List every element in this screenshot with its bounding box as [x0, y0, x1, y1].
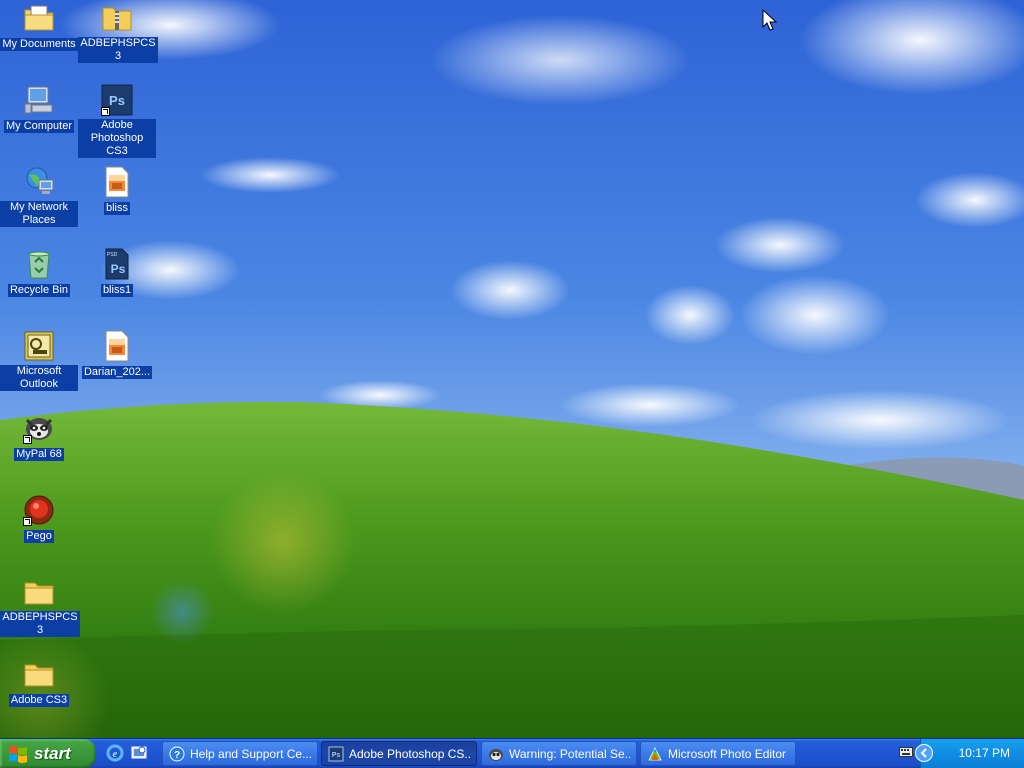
desktop-icon-my-network-places[interactable]: My Network Places [0, 166, 78, 228]
desktop-icon-label: MyPal 68 [14, 448, 64, 461]
desktop-icon-bliss[interactable]: bliss [78, 166, 156, 216]
svg-text:?: ? [174, 750, 180, 761]
photo-editor-icon [648, 746, 662, 760]
start-button[interactable]: start [0, 739, 96, 768]
desktop-icon-adobe-cs3[interactable]: Adobe CS3 [0, 658, 78, 708]
zip-folder-icon [101, 2, 133, 34]
photoshop-icon: Ps [101, 84, 133, 116]
taskbar: start e ? Help and Support Ce... Ps Adob… [0, 738, 1024, 768]
task-adobe-photoshop[interactable]: Ps Adobe Photoshop CS... [321, 741, 477, 766]
folder-icon [23, 658, 55, 690]
desktop-icon-darian[interactable]: Darian_202... [78, 330, 156, 380]
start-label: start [34, 743, 71, 763]
task-microsoft-photo-editor[interactable]: Microsoft Photo Editor [640, 741, 796, 766]
mouse-cursor-icon [762, 9, 778, 31]
outlook-icon [23, 330, 55, 362]
shortcut-arrow-icon [23, 435, 32, 444]
folder-icon [23, 576, 55, 608]
desktop-icon-label: Recycle Bin [7, 284, 71, 297]
desktop-icon-label: My Network Places [0, 201, 78, 227]
desktop-icon-pego[interactable]: Pego [0, 494, 78, 544]
desktop-icon-label: ADBEPHSPCS3 [0, 611, 80, 637]
desktop-icon-mypal-68[interactable]: MyPal 68 [0, 412, 78, 462]
desktop-icon-label: My Documents [0, 38, 78, 51]
desktop-icon-label: Microsoft Outlook [0, 365, 78, 391]
task-label: Help and Support Ce... [190, 746, 311, 761]
desktop-icon-recycle-bin[interactable]: Recycle Bin [0, 248, 78, 298]
desktop-icon-adbephspcs3-folder[interactable]: ADBEPHSPCS3 [0, 576, 80, 638]
desktop-icon-bliss1[interactable]: PSD Ps bliss1 [78, 248, 156, 298]
mypal-icon [23, 412, 55, 444]
show-hidden-icons-chevron-icon[interactable] [915, 744, 933, 762]
image-file-icon [101, 330, 133, 362]
task-help-and-support[interactable]: ? Help and Support Ce... [162, 741, 318, 766]
image-file-icon [101, 166, 133, 198]
svg-text:Ps: Ps [111, 262, 126, 276]
desktop-icon-label: bliss1 [100, 284, 134, 297]
task-warning-potential-security[interactable]: Warning: Potential Se... [481, 741, 637, 766]
desktop-icon-label: Adobe Photoshop CS3 [78, 119, 156, 158]
mypal-icon [489, 748, 503, 761]
shortcut-arrow-icon [23, 517, 32, 526]
desktop-icon-label: Darian_202... [81, 366, 153, 379]
desktop-icon-label: My Computer [3, 120, 75, 133]
desktop-icon-label: ADBEPHSPCS3 [78, 37, 158, 63]
svg-text:Ps: Ps [332, 752, 341, 759]
clock[interactable]: 10:17 PM [959, 746, 1010, 760]
desktop-icon-adbephspcs3-zip[interactable]: ADBEPHSPCS3 [78, 2, 158, 64]
internet-explorer-icon[interactable]: e [106, 744, 124, 762]
pego-icon [23, 494, 55, 526]
svg-text:e: e [113, 748, 118, 760]
svg-text:Ps: Ps [109, 93, 125, 108]
help-icon: ? [169, 746, 185, 761]
task-label: Adobe Photoshop CS... [349, 746, 470, 761]
desktop-icon-label: Adobe CS3 [8, 694, 70, 707]
recycle-bin-icon [23, 248, 55, 280]
quick-launch-bar: e [106, 744, 148, 762]
my-documents-icon [23, 2, 55, 34]
my-computer-icon [23, 84, 55, 116]
show-desktop-icon[interactable] [130, 744, 148, 762]
task-label: Microsoft Photo Editor [668, 746, 787, 761]
photoshop-icon: Ps [328, 746, 344, 761]
svg-text:PSD: PSD [107, 252, 118, 258]
windows-logo-icon [9, 745, 27, 763]
system-tray: 10:17 PM [899, 739, 1024, 768]
keyboard-icon[interactable] [899, 746, 913, 758]
desktop-icon-label: bliss [103, 202, 130, 215]
desktop-icon-my-computer[interactable]: My Computer [0, 84, 78, 134]
task-label: Warning: Potential Se... [509, 746, 630, 761]
shortcut-arrow-icon [101, 107, 110, 116]
psd-file-icon: PSD Ps [101, 248, 133, 280]
desktop-icon-microsoft-outlook[interactable]: Microsoft Outlook [0, 330, 78, 392]
network-places-icon [23, 166, 55, 198]
desktop-icon-label: Pego [24, 530, 54, 543]
desktop-icon-adobe-photoshop-cs3[interactable]: Ps Adobe Photoshop CS3 [78, 84, 156, 159]
desktop-icon-my-documents[interactable]: My Documents [0, 2, 78, 52]
